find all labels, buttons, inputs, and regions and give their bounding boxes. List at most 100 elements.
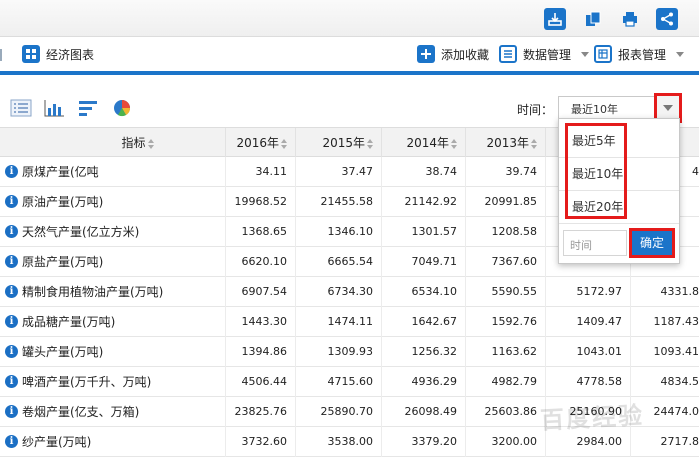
- value-cell: 4982.79: [466, 367, 546, 397]
- value-cell: 1093.41: [653, 345, 699, 358]
- value-cell: 25890.70: [296, 397, 382, 427]
- value-cell: 34.11: [226, 157, 296, 187]
- plus-icon: [417, 45, 435, 63]
- value-cell: 3732.60: [226, 427, 296, 457]
- value-cell: 6665.54: [296, 247, 382, 277]
- value-cell: 1368.65: [226, 217, 296, 247]
- data-management-label: 数据管理: [523, 47, 572, 62]
- indicator-name: 啤酒产量(万千升、万吨): [0, 367, 226, 397]
- chevron-down-icon: [663, 105, 673, 111]
- print-icon[interactable]: [619, 8, 641, 30]
- header-indicator[interactable]: 指标: [0, 128, 226, 158]
- value-cell: 1301.57: [382, 217, 466, 247]
- value-cell: 21142.92: [382, 187, 466, 217]
- report-management-menu[interactable]: 报表管理: [594, 37, 685, 71]
- value-cell: 4936.29: [382, 367, 466, 397]
- value-cell: 1592.76: [466, 307, 546, 337]
- indicator-name: 成品糖产量(万吨): [0, 307, 226, 337]
- custom-time-input[interactable]: 时间: [563, 230, 627, 256]
- value-cell: 6534.10: [382, 277, 466, 307]
- sort-icon: [451, 138, 457, 149]
- indicator-name: 原油产量(万吨): [0, 187, 226, 217]
- header-2016[interactable]: 2016年: [226, 128, 296, 158]
- table-row[interactable]: i 成品糖产量(万吨) 1443.30 1474.11 1642.67 1592…: [0, 307, 699, 337]
- value-cell: 1409.47: [546, 307, 631, 337]
- value-cell: 7049.71: [382, 247, 466, 277]
- value-cell: 25603.86: [466, 397, 546, 427]
- header-2015[interactable]: 2015年: [296, 128, 382, 158]
- copy-icon[interactable]: [582, 8, 604, 30]
- horizontal-bar-icon[interactable]: [77, 98, 99, 118]
- value-cell: 7367.60: [466, 247, 546, 277]
- value-cell: 23825.76: [226, 397, 296, 427]
- header-2013[interactable]: 2013年: [466, 128, 546, 158]
- header-2014[interactable]: 2014年: [382, 128, 466, 158]
- value-cell: 1443.30: [226, 307, 296, 337]
- economic-chart-label: 经济图表: [46, 47, 95, 62]
- add-favorite-button[interactable]: 添加收藏: [417, 37, 489, 71]
- value-cell: 3379.20: [382, 427, 466, 457]
- value-cell: 20991.85: [466, 187, 546, 217]
- value-cell: 3200.00: [466, 427, 546, 457]
- download-icon[interactable]: [544, 8, 566, 30]
- value-cell: 6734.30: [296, 277, 382, 307]
- value-cell: 1474.11: [296, 307, 382, 337]
- value-cell: 19968.52: [226, 187, 296, 217]
- value-cell: 5590.55: [466, 277, 546, 307]
- data-list-icon: [499, 45, 517, 63]
- table-row[interactable]: i 啤酒产量(万千升、万吨) 4506.44 4715.60 4936.29 4…: [0, 367, 699, 397]
- value-cell: 1256.32: [382, 337, 466, 367]
- time-label: 时间：: [517, 103, 554, 117]
- confirm-button[interactable]: 确定: [629, 228, 675, 258]
- report-table-icon: [594, 45, 612, 63]
- add-favorite-label: 添加收藏: [441, 47, 490, 62]
- value-cell: 1309.93: [296, 337, 382, 367]
- indicator-name: 原盐产量(万吨): [0, 247, 226, 277]
- value-cell: 6620.10: [226, 247, 296, 277]
- value-cell: 4331.8: [660, 285, 699, 298]
- value-cell: 1208.58: [466, 217, 546, 247]
- value-cell: 39.74: [466, 157, 546, 187]
- indicator-name: 纱产量(万吨): [0, 427, 226, 457]
- value-cell: 1642.67: [382, 307, 466, 337]
- chevron-down-icon: [676, 51, 685, 57]
- time-range-dropdown: 最近5年 最近10年 最近20年 时间 确定: [558, 118, 680, 264]
- divider: [0, 49, 4, 61]
- economic-chart-menu[interactable]: 经济图表: [22, 37, 94, 71]
- value-cell: 6907.54: [226, 277, 296, 307]
- chevron-down-icon: [581, 51, 590, 57]
- sort-icon: [281, 138, 287, 149]
- value-cell: 4715.60: [296, 367, 382, 397]
- share-icon[interactable]: [656, 8, 678, 30]
- highlight-box: [565, 123, 627, 219]
- sort-icon: [147, 138, 154, 149]
- value-cell: 4778.58: [546, 367, 631, 397]
- value-cell: 21455.58: [296, 187, 382, 217]
- time-range-select[interactable]: 最近10年: [558, 96, 658, 120]
- value-cell: 1043.01: [546, 337, 631, 367]
- pie-chart-icon[interactable]: [111, 98, 133, 118]
- watermark: 百度经验: [539, 401, 645, 435]
- sort-icon: [531, 138, 537, 149]
- value-cell: 1163.62: [466, 337, 546, 367]
- value-cell: 26098.49: [382, 397, 466, 427]
- indicator-name: 卷烟产量(亿支、万箱): [0, 397, 226, 427]
- sort-icon: [367, 138, 373, 149]
- report-management-label: 报表管理: [618, 47, 667, 62]
- value-cell: 1346.10: [296, 217, 382, 247]
- value-cell: 2717.8: [660, 435, 699, 448]
- data-management-menu[interactable]: 数据管理: [499, 37, 590, 71]
- chart-grid-icon: [22, 45, 40, 63]
- table-row[interactable]: i 罐头产量(万吨) 1394.86 1309.93 1256.32 1163.…: [0, 337, 699, 367]
- menu-divider: [0, 71, 699, 75]
- indicator-name: 原煤产量(亿吨: [0, 157, 226, 187]
- value-cell: 38.74: [382, 157, 466, 187]
- bar-chart-icon[interactable]: [43, 98, 65, 118]
- value-cell: 1187.43: [653, 315, 699, 328]
- table-row[interactable]: i 精制食用植物油产量(万吨) 6907.54 6734.30 6534.10 …: [0, 277, 699, 307]
- value-cell: 3538.00: [296, 427, 382, 457]
- indicator-name: 罐头产量(万吨): [0, 337, 226, 367]
- list-view-icon[interactable]: [10, 98, 32, 118]
- menu-bar: 经济图表 添加收藏 数据管理 报表管理: [0, 37, 699, 71]
- top-toolbar: [0, 0, 699, 37]
